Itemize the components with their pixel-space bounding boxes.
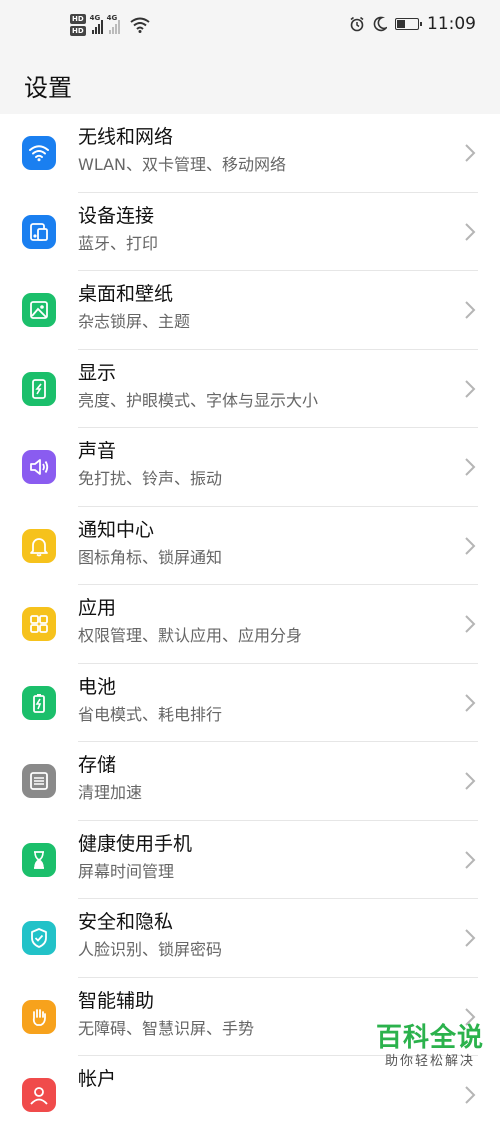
alarm-icon bbox=[350, 16, 364, 32]
device-connection-icon bbox=[22, 214, 56, 249]
moon-icon bbox=[373, 16, 387, 32]
chevron-right-icon bbox=[465, 380, 476, 398]
item-title: 电池 bbox=[78, 675, 117, 698]
hand-icon bbox=[22, 999, 56, 1034]
item-subtitle: 省电模式、耗电排行 bbox=[78, 704, 223, 724]
shield-icon bbox=[22, 921, 56, 956]
bell-icon bbox=[22, 528, 56, 563]
wallpaper-icon bbox=[22, 293, 56, 328]
wifi-status-icon bbox=[130, 17, 150, 33]
settings-item-wireless-network[interactable]: 无线和网络 WLAN、双卡管理、移动网络 bbox=[0, 114, 500, 193]
item-subtitle: WLAN、双卡管理、移动网络 bbox=[78, 155, 287, 174]
item-title: 通知中心 bbox=[78, 518, 155, 541]
chevron-right-icon bbox=[465, 458, 476, 476]
chevron-right-icon bbox=[465, 772, 476, 790]
chevron-right-icon bbox=[465, 929, 476, 947]
battery-status-icon bbox=[395, 18, 422, 30]
apps-grid-icon bbox=[22, 607, 56, 642]
settings-item-apps[interactable]: 应用 权限管理、默认应用、应用分身 bbox=[0, 585, 500, 664]
watermark-logo: 百科全说 助你轻松解决 bbox=[376, 1023, 484, 1071]
settings-item-device-connection[interactable]: 设备连接 蓝牙、打印 bbox=[0, 193, 500, 271]
signal-icon: 4G bbox=[106, 14, 120, 34]
display-icon bbox=[22, 371, 56, 406]
network-label: 4G bbox=[89, 14, 101, 22]
settings-item-sound[interactable]: 声音 免打扰、铃声、振动 bbox=[0, 428, 500, 507]
item-title: 声音 bbox=[78, 440, 117, 462]
item-title: 健康使用手机 bbox=[78, 832, 193, 855]
item-title: 无线和网络 bbox=[78, 126, 174, 148]
wifi-icon bbox=[22, 136, 56, 171]
item-subtitle: 无障碍、智慧识屏、手势 bbox=[78, 1018, 255, 1038]
page-title: 设置 bbox=[24, 74, 72, 102]
item-title: 安全和隐私 bbox=[78, 911, 174, 933]
chevron-right-icon bbox=[465, 1086, 476, 1104]
chevron-right-icon bbox=[465, 694, 476, 712]
settings-item-digital-balance[interactable]: 健康使用手机 屏幕时间管理 bbox=[0, 821, 500, 899]
network-label: 4G bbox=[106, 14, 118, 22]
settings-item-battery[interactable]: 电池 省电模式、耗电排行 bbox=[0, 664, 500, 742]
storage-icon bbox=[22, 764, 56, 799]
item-subtitle: 蓝牙、打印 bbox=[78, 233, 159, 253]
item-title: 显示 bbox=[78, 361, 117, 384]
settings-item-display[interactable]: 显示 亮度、护眼模式、字体与显示大小 bbox=[0, 350, 500, 428]
item-subtitle: 杂志锁屏、主题 bbox=[78, 312, 191, 331]
item-subtitle: 亮度、护眼模式、字体与显示大小 bbox=[78, 390, 319, 410]
chevron-right-icon bbox=[465, 223, 476, 241]
hourglass-icon bbox=[22, 842, 56, 877]
item-title: 存储 bbox=[78, 754, 117, 776]
watermark-main: 百科全说 bbox=[375, 1023, 484, 1053]
item-subtitle: 免打扰、铃声、振动 bbox=[78, 469, 223, 488]
speaker-icon bbox=[22, 450, 56, 485]
account-icon bbox=[22, 1078, 56, 1113]
hd-badges: HD HD bbox=[70, 14, 86, 36]
hd-badge: HD bbox=[70, 14, 86, 24]
settings-item-desktop-wallpaper[interactable]: 桌面和壁纸 杂志锁屏、主题 bbox=[0, 271, 500, 350]
item-title: 帐户 bbox=[78, 1068, 117, 1090]
item-title: 智能辅助 bbox=[78, 989, 155, 1012]
signal-icon: 4G bbox=[89, 14, 103, 34]
item-subtitle: 人脸识别、锁屏密码 bbox=[78, 940, 223, 959]
settings-list: 无线和网络 WLAN、双卡管理、移动网络 设备连接 蓝牙、打印 桌面和壁纸 杂志… bbox=[0, 114, 500, 1135]
battery-icon bbox=[22, 685, 56, 720]
hd-badge: HD bbox=[70, 26, 86, 36]
settings-item-storage[interactable]: 存储 清理加速 bbox=[0, 742, 500, 821]
settings-item-notifications[interactable]: 通知中心 图标角标、锁屏通知 bbox=[0, 507, 500, 585]
page-header: 设置 bbox=[0, 58, 500, 114]
settings-item-security-privacy[interactable]: 安全和隐私 人脸识别、锁屏密码 bbox=[0, 899, 500, 978]
item-title: 设备连接 bbox=[78, 204, 155, 227]
item-title: 桌面和壁纸 bbox=[78, 283, 174, 305]
watermark-sub: 助你轻松解决 bbox=[384, 1054, 475, 1069]
status-right: 11:09 bbox=[349, 14, 476, 34]
status-left: HD HD 4G 4G bbox=[70, 14, 150, 36]
item-subtitle: 图标角标、锁屏通知 bbox=[78, 547, 223, 567]
item-subtitle: 权限管理、默认应用、应用分身 bbox=[78, 626, 303, 645]
item-subtitle: 清理加速 bbox=[78, 783, 143, 802]
chevron-right-icon bbox=[465, 301, 476, 319]
chevron-right-icon bbox=[465, 144, 476, 162]
chevron-right-icon bbox=[465, 537, 476, 555]
chevron-right-icon bbox=[465, 615, 476, 633]
item-title: 应用 bbox=[78, 597, 117, 619]
status-time: 11:09 bbox=[427, 14, 476, 34]
chevron-right-icon bbox=[465, 851, 476, 869]
status-bar: HD HD 4G 4G 11:09 bbox=[0, 0, 500, 58]
item-subtitle: 屏幕时间管理 bbox=[78, 861, 175, 881]
